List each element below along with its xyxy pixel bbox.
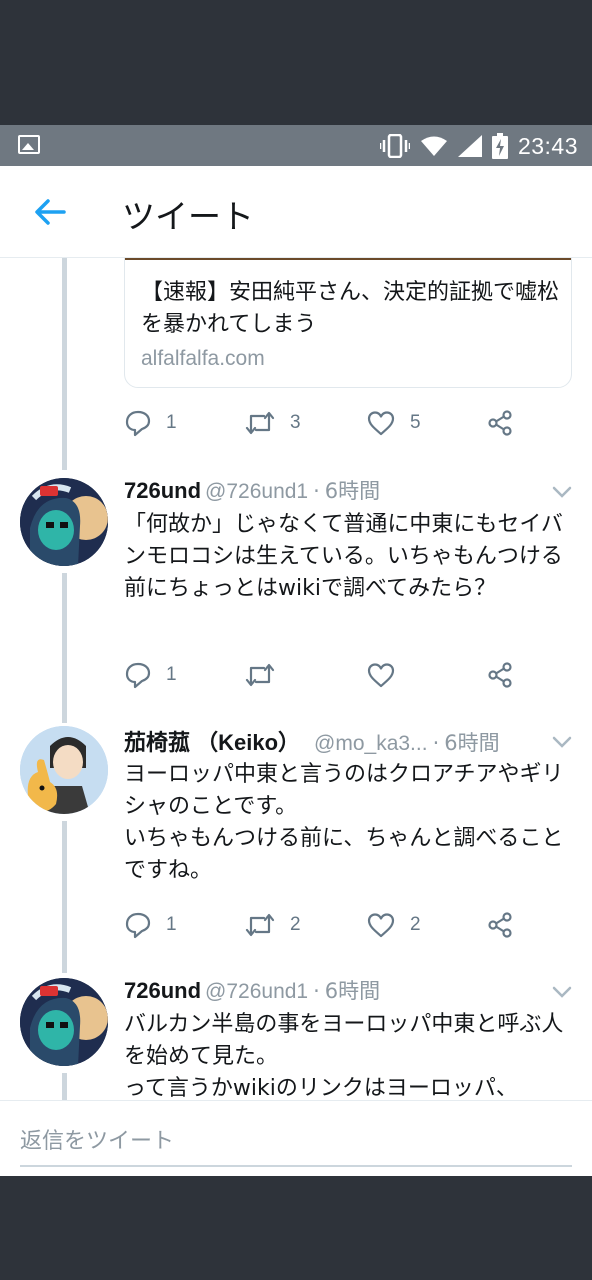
tweet[interactable]: 茄椅菰 （Keiko） @mo_ka3... · 6時間 ヨーロッパ中東と言うの… xyxy=(0,723,592,973)
tweet[interactable]: 726und @726und1 · 6時間 「何故か」じゃなくて普通に中東にもセ… xyxy=(0,473,592,723)
reply-button[interactable]: 1 xyxy=(124,905,177,945)
link-card-title: 【速報】安田純平さん、決定的証拠で嘘松を暴かれてしまう xyxy=(141,280,560,337)
status-time: 23:43 xyxy=(517,132,578,159)
thread-line xyxy=(62,821,67,973)
separator: · xyxy=(313,479,320,503)
user-handle[interactable]: @726und1 xyxy=(205,480,308,504)
display-name[interactable]: 726und xyxy=(124,478,201,504)
reply-button[interactable]: 1 xyxy=(124,655,177,695)
tweet-header: 茄椅菰 （Keiko） @mo_ka3... · 6時間 xyxy=(124,725,500,755)
tweet-text: 「何故か」じゃなくて普通に中東にもセイバンモロコシは生えている。いちゃもんつける… xyxy=(124,512,563,601)
retweet-count: 2 xyxy=(290,914,301,935)
chevron-down-icon[interactable] xyxy=(552,735,572,749)
status-bar: 23:43 xyxy=(0,125,592,166)
thread-line xyxy=(62,1073,67,1100)
like-button[interactable]: 5 xyxy=(366,403,421,443)
share-icon xyxy=(488,912,512,938)
thread-line xyxy=(62,573,67,723)
back-arrow-icon[interactable] xyxy=(30,192,70,232)
chevron-down-icon[interactable] xyxy=(552,985,572,999)
share-button[interactable] xyxy=(486,905,514,945)
like-icon xyxy=(367,913,395,938)
share-icon xyxy=(488,410,512,436)
like-icon xyxy=(367,663,395,688)
avatar-image xyxy=(20,978,108,1066)
thread-line xyxy=(62,258,67,470)
like-icon xyxy=(367,411,395,436)
separator: · xyxy=(313,979,320,1003)
app-frame: 23:43 ツイート 【速報】安田純平さん、決定的証拠で嘘松を暴かれてしまう a… xyxy=(0,0,592,1280)
retweet-icon xyxy=(245,411,275,435)
share-button[interactable] xyxy=(486,655,514,695)
like-button[interactable] xyxy=(366,655,410,695)
retweet-button[interactable]: 2 xyxy=(244,905,301,945)
avatar-image xyxy=(20,726,108,814)
timestamp[interactable]: 6時間 xyxy=(325,975,380,1005)
reply-icon xyxy=(125,410,151,437)
like-count: 5 xyxy=(410,412,421,433)
reply-count: 1 xyxy=(166,914,177,935)
reply-count: 1 xyxy=(166,412,177,433)
user-handle[interactable]: @mo_ka3... xyxy=(314,732,428,756)
timestamp[interactable]: 6時間 xyxy=(444,727,499,757)
reply-icon xyxy=(125,912,151,939)
like-button[interactable]: 2 xyxy=(366,905,421,945)
like-count: 2 xyxy=(410,914,421,935)
avatar[interactable] xyxy=(20,726,108,814)
reply-icon xyxy=(125,662,151,689)
tweet-actions: 1 3 5 xyxy=(124,403,524,443)
tweet-actions: 1 xyxy=(124,655,524,695)
timestamp[interactable]: 6時間 xyxy=(325,475,380,505)
tweet-timeline[interactable]: 【速報】安田純平さん、決定的証拠で嘘松を暴かれてしまう alfalfalfa.c… xyxy=(0,258,592,1100)
share-button[interactable] xyxy=(486,403,514,443)
retweet-button[interactable]: 3 xyxy=(244,403,301,443)
tweet-text: ヨーロッパ中東と言うのはクロアチアやギリシャのことです。 いちゃもんつける前に、… xyxy=(124,762,564,883)
share-icon xyxy=(488,662,512,688)
reply-button[interactable]: 1 xyxy=(124,403,177,443)
vibrate-icon xyxy=(379,134,410,158)
reply-bar: 返信をツイート xyxy=(0,1100,592,1176)
page-title: ツイート xyxy=(122,197,254,236)
link-card-domain: alfalfalfa.com xyxy=(141,347,265,370)
retweet-icon xyxy=(245,663,275,687)
tweet[interactable]: 726und @726und1 · 6時間 バルカン半島の事をヨーロッパ中東と呼… xyxy=(0,973,592,1100)
image-icon xyxy=(18,135,40,154)
status-icons: 23:43 xyxy=(379,131,578,161)
signal-icon xyxy=(457,135,482,157)
avatar[interactable] xyxy=(20,478,108,566)
reply-count: 1 xyxy=(166,664,177,685)
app-bar: ツイート xyxy=(0,166,592,258)
retweet-button[interactable] xyxy=(244,655,290,695)
display-name[interactable]: 726und xyxy=(124,978,201,1004)
link-card[interactable]: 【速報】安田純平さん、決定的証拠で嘘松を暴かれてしまう alfalfalfa.c… xyxy=(124,258,572,388)
retweet-count: 3 xyxy=(290,412,301,433)
tweet-text: バルカン半島の事をヨーロッパ中東と呼ぶ人を始めて見た。 って言うかwikiのリン… xyxy=(124,1012,564,1100)
tweet-header: 726und @726und1 · 6時間 xyxy=(124,475,380,505)
card-image-edge xyxy=(125,258,571,260)
battery-icon xyxy=(491,133,508,159)
tweet-actions: 1 2 2 xyxy=(124,905,524,945)
separator: · xyxy=(432,731,440,755)
retweet-icon xyxy=(245,913,275,937)
reply-input[interactable]: 返信をツイート xyxy=(20,1117,572,1167)
wifi-icon xyxy=(420,136,447,156)
avatar[interactable] xyxy=(20,978,108,1066)
user-handle[interactable]: @726und1 xyxy=(205,980,308,1004)
chevron-down-icon[interactable] xyxy=(552,485,572,499)
avatar-image xyxy=(20,478,108,566)
display-name[interactable]: 茄椅菰 （Keiko） xyxy=(124,725,300,757)
tweet-header: 726und @726und1 · 6時間 xyxy=(124,975,380,1005)
